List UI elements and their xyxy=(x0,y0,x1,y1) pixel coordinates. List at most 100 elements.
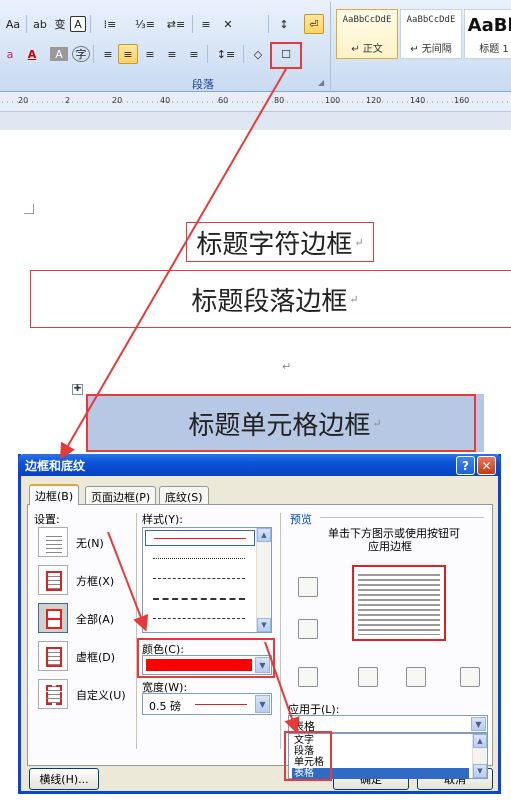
setting-custom-label[interactable]: 自定义(U) xyxy=(76,687,126,703)
grid-border-icon xyxy=(46,647,62,667)
enclose-char-2-button[interactable]: 字 xyxy=(72,46,90,62)
left-border-button[interactable] xyxy=(358,667,378,687)
preview-rule xyxy=(320,517,484,518)
paragraph-mark-icon: ↵ xyxy=(354,235,364,249)
ruler-label: 80 xyxy=(274,96,285,105)
show-marks-button[interactable]: ⏎ xyxy=(304,14,324,34)
phonetic-guide-button[interactable]: ab xyxy=(30,14,50,34)
ruler-margin-band xyxy=(0,112,511,130)
chinese-layout-button[interactable]: ✕ xyxy=(218,14,238,34)
ruler-label: 2 xyxy=(65,96,71,105)
highlight-button[interactable]: a xyxy=(2,44,18,64)
ruler-label: 40 xyxy=(160,96,171,105)
cell-border-highlight xyxy=(86,394,476,452)
setting-all-icon[interactable] xyxy=(38,603,68,633)
heading-paragraph-border[interactable]: 标题段落边框 ↵ xyxy=(30,270,511,328)
setting-all-label[interactable]: 全部(A) xyxy=(76,611,114,627)
numbering-button[interactable]: ⅓≡ xyxy=(130,14,160,34)
font-color-button[interactable]: A xyxy=(22,44,42,64)
align-right-button[interactable]: ≡ xyxy=(140,44,160,64)
heading-text: 标题段落边框 xyxy=(191,286,348,317)
dialog-title: 边框和底纹 xyxy=(25,459,86,473)
justify-button[interactable]: ≡ xyxy=(162,44,182,64)
ruler-label: 100 xyxy=(325,96,341,105)
chevron-down-icon[interactable]: ▼ xyxy=(255,695,270,713)
line-style-option[interactable] xyxy=(153,558,245,559)
ruler-label: 140 xyxy=(410,96,426,105)
settings-label: 设置: xyxy=(34,513,60,526)
paragraph-mark-icon: ↵ xyxy=(282,360,292,373)
distributed-button[interactable]: ≡ xyxy=(184,44,204,64)
tab-shading[interactable]: 底纹(S) xyxy=(159,486,209,504)
paragraph-mark-icon: ↵ xyxy=(349,292,359,306)
width-select[interactable]: 0.5 磅 ▼ xyxy=(142,693,272,715)
divider xyxy=(280,513,281,749)
line-style-option[interactable] xyxy=(153,618,245,619)
change-case-button[interactable]: Aa xyxy=(2,14,24,34)
heading-char-border[interactable]: 标题字符边框 ↵ xyxy=(186,222,374,262)
heading-text: 标题字符边框 xyxy=(196,229,353,260)
multilevel-list-button[interactable]: ⇄≡ xyxy=(163,14,189,34)
close-button[interactable]: ✕ xyxy=(477,456,496,475)
inside-v-border-button[interactable] xyxy=(406,667,426,687)
preview-text-lines xyxy=(358,571,440,635)
width-sample-line xyxy=(195,704,247,705)
line-style-option[interactable] xyxy=(153,598,245,600)
shading-button[interactable]: ◇ xyxy=(248,44,268,64)
ruler-label: 60 xyxy=(218,96,229,105)
setting-grid-icon[interactable] xyxy=(38,641,68,671)
setting-custom-icon[interactable] xyxy=(38,679,68,709)
line-spacing-button[interactable]: ↕≡ xyxy=(212,44,240,64)
decrease-indent-button[interactable]: ≡ xyxy=(196,14,216,34)
horizontal-line-button[interactable]: 横线(H)... xyxy=(29,768,99,790)
separator xyxy=(268,15,269,33)
scroll-up-icon[interactable]: ▲ xyxy=(473,734,487,748)
borders-button-highlight xyxy=(270,42,302,69)
style-sample: AaBb xyxy=(467,15,511,36)
bullets-button[interactable]: ⁞≡ xyxy=(95,14,125,34)
scroll-down-icon[interactable]: ▼ xyxy=(257,618,271,632)
apply-scrollbar[interactable]: ▲ ▼ xyxy=(472,734,487,778)
scroll-down-icon[interactable]: ▼ xyxy=(473,764,487,778)
style-name: ↵ 无间隔 xyxy=(410,44,452,55)
dialog-titlebar[interactable]: 边框和底纹 ? ✕ xyxy=(18,454,501,476)
enclose-char-button[interactable]: 变 xyxy=(50,14,70,34)
style-normal[interactable]: AaBbCcDdE ↵ 正文 xyxy=(336,9,398,59)
table-move-handle-icon[interactable]: ✚ xyxy=(72,384,83,395)
ruler-label: 120 xyxy=(366,96,382,105)
char-border-button[interactable]: A xyxy=(70,16,86,32)
line-style-option[interactable] xyxy=(153,578,245,579)
color-highlight-box xyxy=(137,638,275,678)
horizontal-ruler[interactable]: 20 2 20 40 60 80 100 120 140 160 xyxy=(0,92,511,112)
borders-and-shading-dialog: 边框和底纹 ? ✕ 边框(B) 页面边框(P) 底纹(S) 设置: 无(N) 方… xyxy=(18,454,501,794)
line-style-list[interactable]: ▲ ▼ xyxy=(142,527,272,633)
char-shading-button[interactable]: A xyxy=(50,47,68,61)
align-center-button[interactable]: ≡ xyxy=(118,44,138,64)
line-style-scrollbar[interactable]: ▲ ▼ xyxy=(256,528,271,632)
help-button[interactable]: ? xyxy=(456,456,475,475)
dialog-launcher-icon[interactable]: ◢ xyxy=(318,78,324,87)
style-heading-1[interactable]: AaBb 标题 1 xyxy=(464,9,511,59)
sort-button[interactable]: ↕ xyxy=(274,14,294,34)
ruler-label: 20 xyxy=(18,96,29,105)
setting-box-icon[interactable] xyxy=(38,565,68,595)
box-border-icon xyxy=(46,571,62,591)
preview-label: 预览 xyxy=(290,513,312,526)
tab-borders[interactable]: 边框(B) xyxy=(29,484,80,505)
line-style-selected[interactable] xyxy=(145,530,255,546)
chevron-down-icon[interactable]: ▼ xyxy=(471,717,486,731)
setting-none-icon[interactable] xyxy=(38,527,68,557)
setting-none-label[interactable]: 无(N) xyxy=(76,535,104,551)
style-no-spacing[interactable]: AaBbCcDdE ↵ 无间隔 xyxy=(400,9,462,59)
setting-box-label[interactable]: 方框(X) xyxy=(76,573,114,589)
all-border-icon xyxy=(46,609,62,629)
top-border-button[interactable] xyxy=(298,577,318,597)
inside-h-border-button[interactable] xyxy=(298,619,318,639)
bottom-border-button[interactable] xyxy=(298,667,318,687)
tab-page-border[interactable]: 页面边框(P) xyxy=(85,486,157,504)
setting-grid-label[interactable]: 虚框(D) xyxy=(76,649,115,665)
preview-box[interactable] xyxy=(352,565,446,641)
scroll-up-icon[interactable]: ▲ xyxy=(257,528,271,542)
align-left-button[interactable]: ≡ xyxy=(98,44,118,64)
diagonal-border-button[interactable] xyxy=(460,667,480,687)
